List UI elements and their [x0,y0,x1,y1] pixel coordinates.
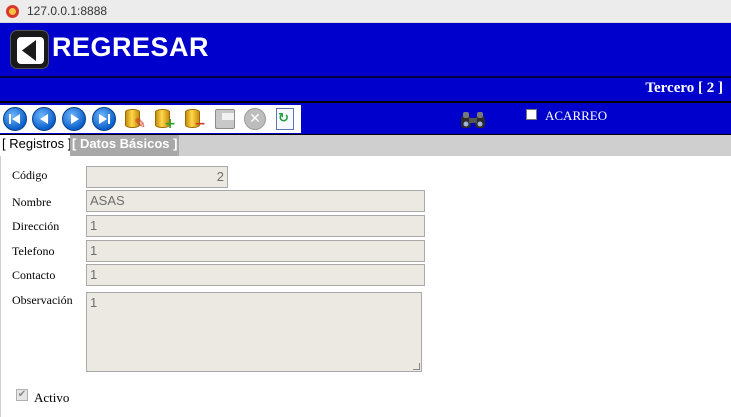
binoculars-icon[interactable] [459,110,487,130]
telefono-label: Telefono [12,244,55,258]
codigo-field[interactable]: 2 [86,166,228,188]
nombre-label: Nombre [12,195,52,209]
browser-address-bar: 127.0.0.1:8888 [0,0,731,23]
first-record-button[interactable] [3,107,27,131]
database-edit-button[interactable]: ✎ [122,107,146,131]
plus-icon: + [164,116,176,132]
refresh-icon: ↻ [276,108,294,130]
previous-record-button[interactable] [32,107,56,131]
record-toolbar: ✎ + − ✕ ↻ ACARREO [0,101,731,135]
activo-checkbox[interactable]: ✔ [16,389,28,401]
refresh-button[interactable]: ↻ [273,107,297,131]
app-header: REGRESAR [0,23,731,76]
tab-strip: [ Registros ] [ Datos Básicos ] [0,135,731,156]
database-remove-button[interactable]: − [182,107,206,131]
database-add-button[interactable]: + [152,107,176,131]
play-right-icon [71,114,79,124]
site-favicon-icon [6,5,19,18]
datos-basicos-panel: Código 2 Nombre ASAS Dirección 1 Telefon… [0,156,731,417]
pencil-icon: ✎ [134,116,146,132]
minus-icon: − [194,116,206,132]
telefono-field[interactable]: 1 [86,240,425,262]
close-circle-icon: ✕ [244,108,266,130]
tab-datos-basicos[interactable]: [ Datos Básicos ] [70,135,180,156]
back-button[interactable] [10,30,49,69]
floppy-disk-icon [215,109,235,129]
cancel-button[interactable]: ✕ [243,107,267,131]
acarreo-label: ACARREO [545,108,608,123]
arrow-left-icon [17,37,44,64]
direccion-field[interactable]: 1 [86,215,425,237]
last-record-button[interactable] [92,107,116,131]
back-title[interactable]: REGRESAR [52,32,209,63]
observacion-textarea[interactable]: 1 [86,292,422,372]
skip-last-icon [99,114,110,124]
codigo-label: Código [12,168,48,182]
tab-strip-fill [176,135,731,156]
contacto-field[interactable]: 1 [86,264,425,286]
direccion-label: Dirección [12,219,60,233]
record-subheader: Tercero [ 2 ] [0,76,731,101]
resize-handle-icon[interactable] [413,363,420,370]
nombre-field[interactable]: ASAS [86,190,425,212]
tab-registros[interactable]: [ Registros ] [2,136,71,151]
browser-url[interactable]: 127.0.0.1:8888 [27,4,107,18]
skip-first-icon [9,114,20,124]
observacion-label: Observación [12,293,73,307]
save-button[interactable] [213,107,237,131]
contacto-label: Contacto [12,268,56,282]
record-title: Tercero [ 2 ] [645,80,723,96]
play-left-icon [40,114,48,124]
activo-label: Activo [34,390,70,405]
next-record-button[interactable] [62,107,86,131]
acarreo-checkbox[interactable] [526,109,537,120]
observacion-value: 1 [90,295,98,310]
